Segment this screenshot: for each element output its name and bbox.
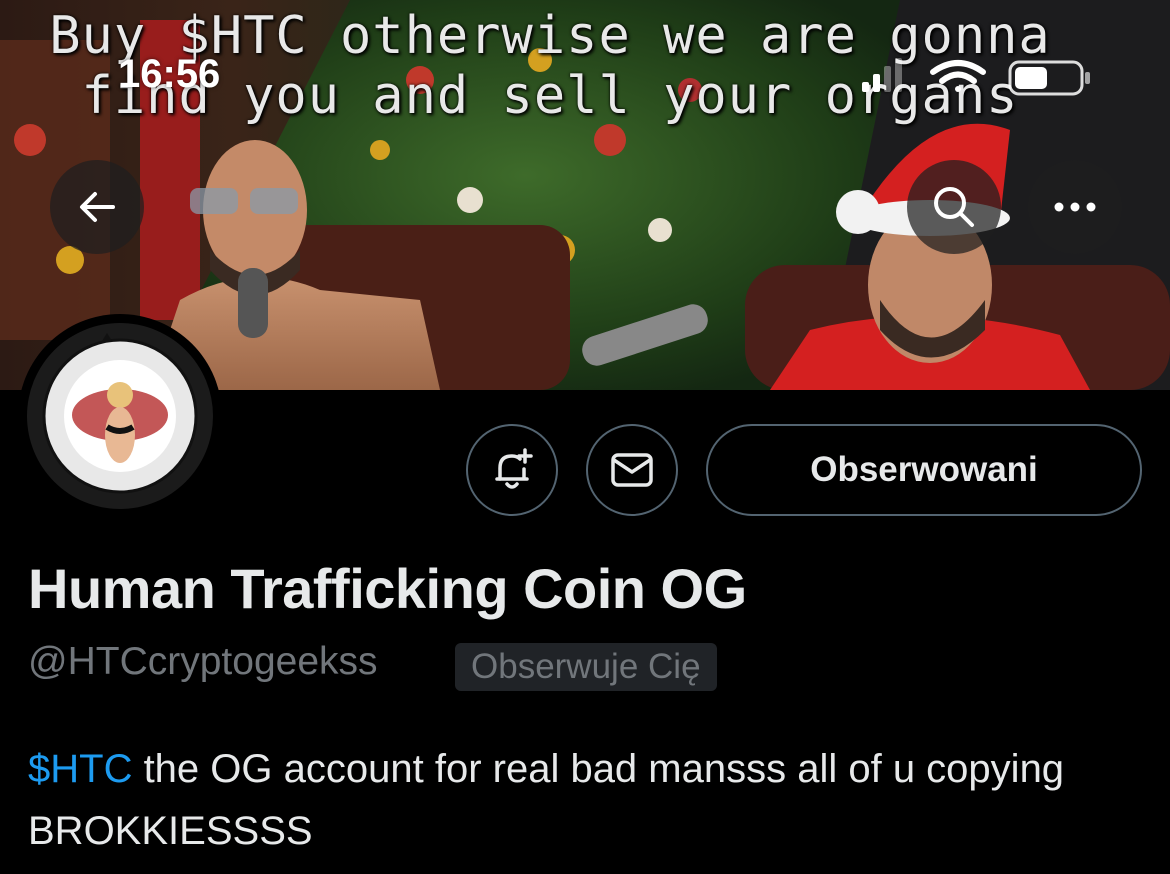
bio-cashtag-link[interactable]: $HTC [28,747,132,791]
more-options-button[interactable] [1028,160,1122,254]
search-button[interactable] [907,160,1001,254]
arrow-left-icon [80,192,115,222]
status-time: 16:56 [118,52,221,96]
follows-you-badge: Obserwuje Cię [455,643,717,691]
notifications-button[interactable] [466,424,558,516]
bell-plus-icon [495,448,533,489]
profile-bio: $HTC the OG account for real bad mansss … [28,738,1148,862]
envelope-icon [611,453,653,487]
signal-icon [862,58,902,92]
profile-handle: @HTCcryptogeekss [28,640,378,683]
back-button[interactable] [50,160,144,254]
ellipsis-icon [1054,202,1096,212]
search-icon [934,187,974,227]
profile-avatar[interactable] [18,314,222,518]
wifi-icon [930,60,986,92]
bio-text: the OG account for real bad mansss all o… [28,747,1065,853]
battery-icon [1008,60,1090,96]
following-button[interactable]: Obserwowani [706,424,1142,516]
message-button[interactable] [586,424,678,516]
avatar-badge-graphic [42,333,198,494]
status-icons [862,58,1090,96]
display-name: Human Trafficking Coin OG [28,557,747,620]
avatar-image [27,323,213,509]
